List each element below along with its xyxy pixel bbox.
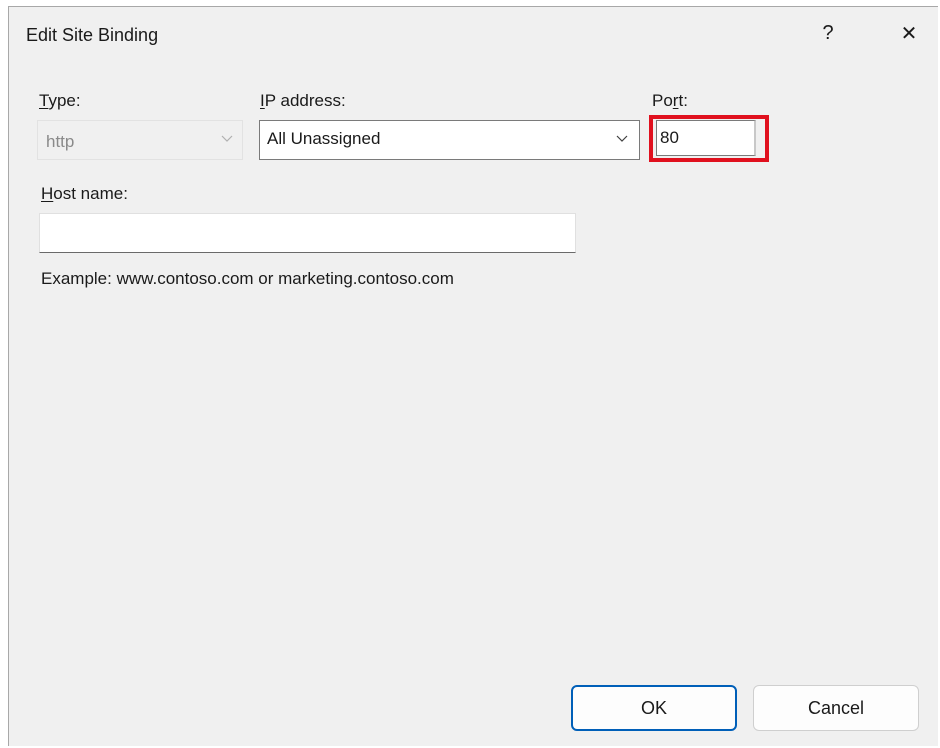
edit-site-binding-dialog: Edit Site Binding ? ✕ Type: http IP addr… xyxy=(8,6,938,746)
chevron-down-icon xyxy=(615,132,629,146)
port-highlight-box xyxy=(649,115,769,162)
ip-address-value: All Unassigned xyxy=(267,129,381,148)
type-select[interactable]: http xyxy=(37,120,243,160)
cancel-button[interactable]: Cancel xyxy=(753,685,919,731)
close-icon: ✕ xyxy=(900,22,918,45)
close-button[interactable]: ✕ xyxy=(889,15,929,51)
host-name-example: Example: www.contoso.com or marketing.co… xyxy=(41,269,454,288)
type-label: Type: xyxy=(39,91,81,110)
ip-address-label: IP address: xyxy=(260,91,346,110)
help-button[interactable]: ? xyxy=(808,15,848,51)
port-label: Port: xyxy=(652,91,688,110)
chevron-down-icon xyxy=(220,132,234,146)
title-bar: Edit Site Binding ? ✕ xyxy=(9,7,938,59)
help-icon: ? xyxy=(822,21,834,44)
ok-button[interactable]: OK xyxy=(571,685,737,731)
type-select-value: http xyxy=(46,132,75,151)
ip-address-select[interactable]: All Unassigned xyxy=(259,120,640,160)
dialog-title: Edit Site Binding xyxy=(26,25,159,45)
host-name-input[interactable] xyxy=(39,213,576,253)
host-name-label: Host name: xyxy=(41,184,128,203)
